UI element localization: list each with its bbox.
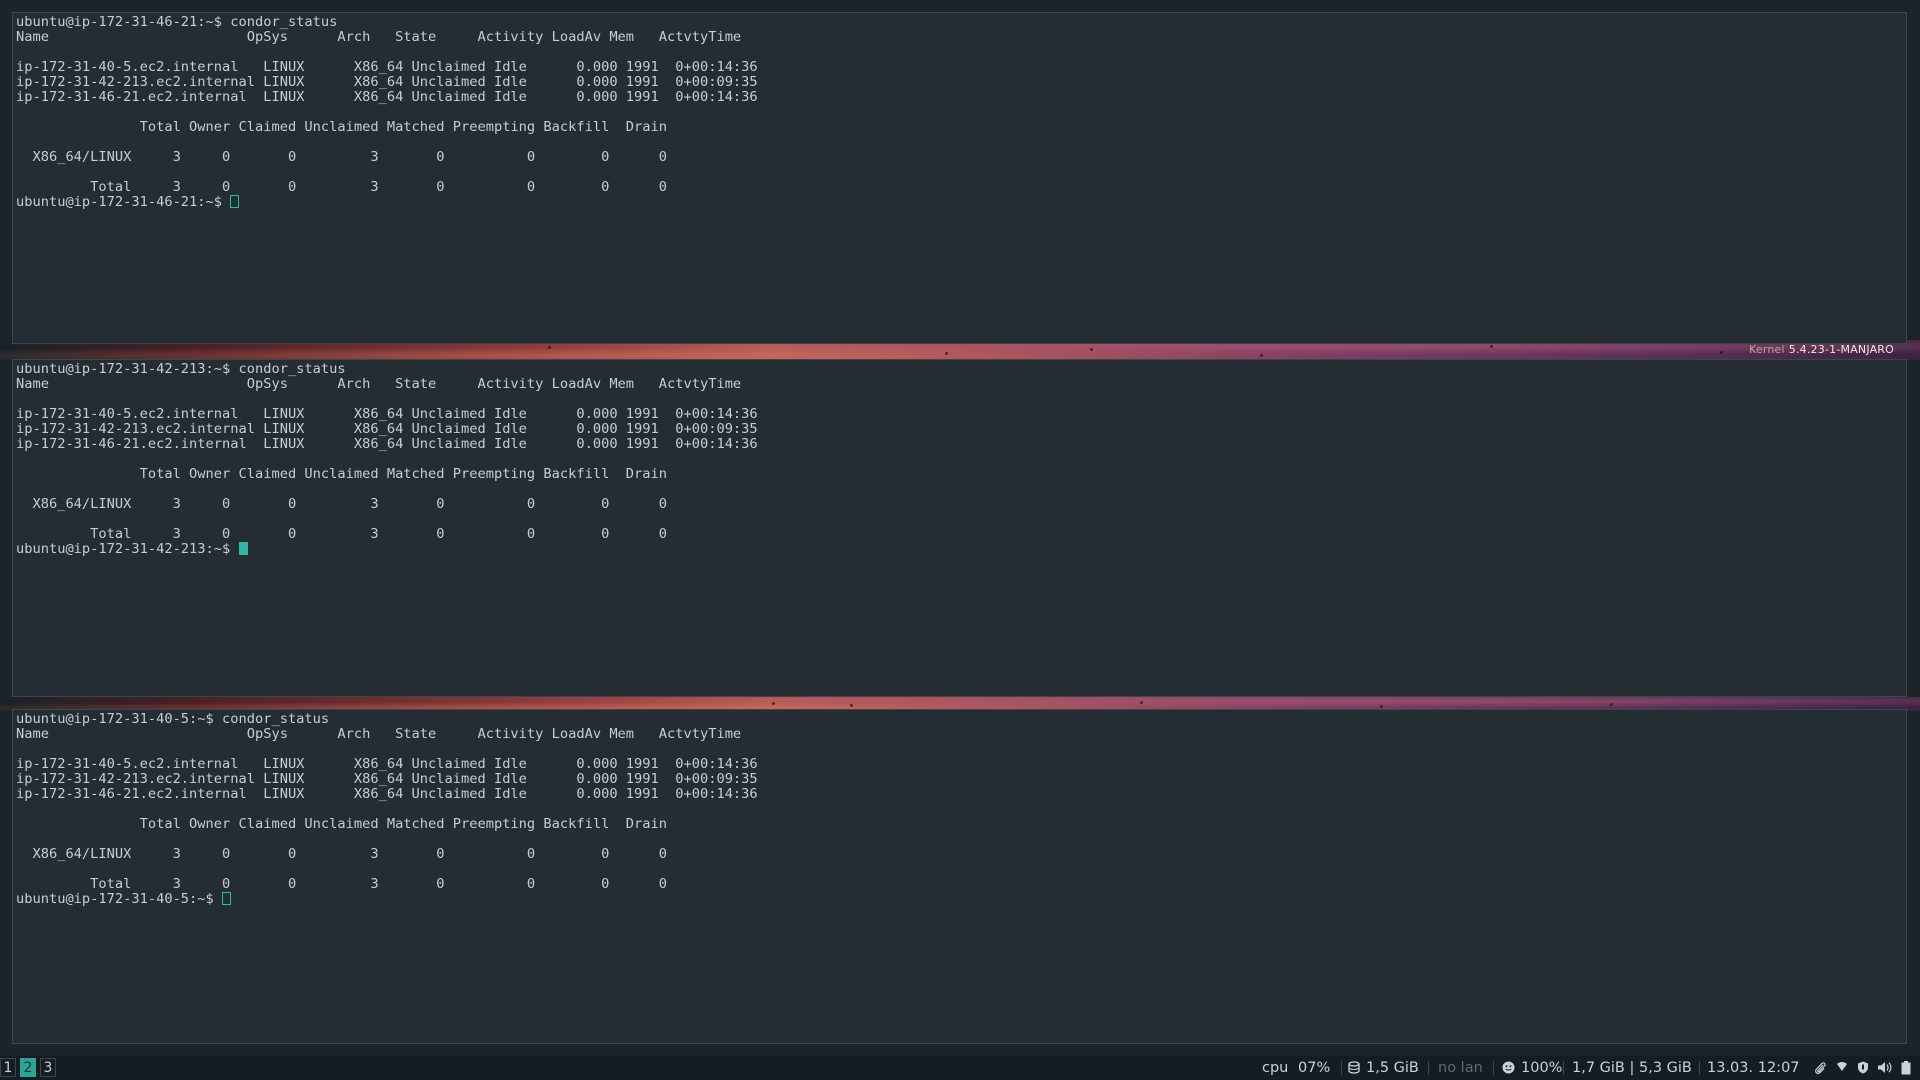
terminal-window-3[interactable]: ubuntu@ip-172-31-40-5:~$ condor_status N…	[12, 709, 1907, 1044]
separator	[1341, 1061, 1342, 1075]
datetime: 13.03. 12:07	[1707, 1060, 1800, 1076]
terminal-line: X86_64/LINUX 3 0 0 3 0 0 0 0	[16, 846, 668, 862]
terminal-line: ip-172-31-46-21.ec2.internal LINUX X86_6…	[16, 786, 758, 802]
power-icon[interactable]	[1901, 1056, 1911, 1080]
terminal-output: ubuntu@ip-172-31-42-213:~$ condor_status…	[16, 362, 758, 557]
terminal-window-2[interactable]: ubuntu@ip-172-31-42-213:~$ condor_status…	[12, 359, 1907, 697]
terminal-line: ip-172-31-46-21.ec2.internal LINUX X86_6…	[16, 436, 758, 452]
workspace-1-button[interactable]: 1	[0, 1058, 16, 1077]
kernel-label: Kernel	[1748, 343, 1785, 356]
terminal-prompt: ubuntu@ip-172-31-40-5:~$	[16, 891, 223, 907]
workspace-3-button[interactable]: 3	[40, 1058, 56, 1077]
separator	[1699, 1061, 1700, 1075]
terminal-line: ip-172-31-42-213.ec2.internal LINUX X86_…	[16, 771, 758, 787]
terminal-line: Total 3 0 0 3 0 0 0 0	[16, 526, 668, 542]
workspace-2-button[interactable]: 2	[20, 1058, 36, 1077]
terminal-line: Total 3 0 0 3 0 0 0 0	[16, 876, 668, 892]
terminal-line: ubuntu@ip-172-31-42-213:~$ condor_status	[16, 361, 346, 377]
terminal-prompt: ubuntu@ip-172-31-42-213:~$	[16, 541, 239, 557]
terminal-line: X86_64/LINUX 3 0 0 3 0 0 0 0	[16, 496, 668, 512]
terminal-line: ubuntu@ip-172-31-46-21:~$ condor_status	[16, 14, 338, 30]
terminal-line: ip-172-31-42-213.ec2.internal LINUX X86_…	[16, 74, 758, 90]
terminal-line: ip-172-31-40-5.ec2.internal LINUX X86_64…	[16, 59, 758, 75]
desktop: Kernel 5.4.23-1-MANJARO ubuntu@ip-172-31-…	[0, 0, 1920, 1080]
cpu-value: 07%	[1298, 1060, 1331, 1076]
status-bar: 1 2 3 cpu 07% 1,5 GiB no lan 100% 1,7 Gi…	[0, 1056, 1920, 1080]
terminal-prompt-line[interactable]: ubuntu@ip-172-31-46-21:~$	[16, 195, 758, 210]
volume-icon[interactable]	[1877, 1056, 1892, 1080]
separator	[1428, 1061, 1429, 1075]
terminal-line: Total 3 0 0 3 0 0 0 0	[16, 179, 668, 195]
terminal-output: ubuntu@ip-172-31-40-5:~$ condor_status N…	[16, 712, 758, 907]
kernel-version: 5.4.23-1-MANJARO	[1788, 343, 1894, 356]
terminal-cursor	[238, 542, 248, 555]
cpu-label: cpu	[1262, 1060, 1289, 1076]
terminal-line: Name OpSys Arch State Activity LoadAv Me…	[16, 376, 742, 392]
terminal-line: ubuntu@ip-172-31-40-5:~$ condor_status	[16, 711, 330, 727]
attachment-icon[interactable]	[1814, 1056, 1826, 1080]
disk-free-value: 1,5 GiB	[1366, 1060, 1419, 1076]
battery-icon	[1502, 1056, 1515, 1080]
terminal-line: Total Owner Claimed Unclaimed Matched Pr…	[16, 466, 668, 482]
terminal-line: ip-172-31-46-21.ec2.internal LINUX X86_6…	[16, 89, 758, 105]
terminal-line: Total Owner Claimed Unclaimed Matched Pr…	[16, 119, 668, 135]
kernel-version-label: Kernel 5.4.23-1-MANJARO	[1749, 343, 1894, 356]
disk-icon	[1348, 1056, 1360, 1080]
terminal-output: ubuntu@ip-172-31-46-21:~$ condor_status …	[16, 15, 758, 210]
terminal-line: Total Owner Claimed Unclaimed Matched Pr…	[16, 816, 668, 832]
terminal-cursor	[230, 195, 240, 208]
separator	[1493, 1061, 1494, 1075]
terminal-prompt-line[interactable]: ubuntu@ip-172-31-40-5:~$	[16, 892, 758, 907]
shield-icon[interactable]	[1857, 1056, 1869, 1080]
memory-value: 1,7 GiB | 5,3 GiB	[1572, 1060, 1692, 1076]
terminal-line: X86_64/LINUX 3 0 0 3 0 0 0 0	[16, 149, 668, 165]
terminal-prompt-line[interactable]: ubuntu@ip-172-31-42-213:~$	[16, 542, 758, 557]
terminal-line: Name OpSys Arch State Activity LoadAv Me…	[16, 726, 742, 742]
terminal-line: Name OpSys Arch State Activity LoadAv Me…	[16, 29, 742, 45]
battery-value: 100%	[1521, 1060, 1563, 1076]
terminal-line: ip-172-31-40-5.ec2.internal LINUX X86_64…	[16, 756, 758, 772]
terminal-cursor	[222, 892, 232, 905]
terminal-line: ip-172-31-40-5.ec2.internal LINUX X86_64…	[16, 406, 758, 422]
network-status: no lan	[1438, 1060, 1483, 1076]
separator	[1563, 1061, 1564, 1075]
terminal-line: ip-172-31-42-213.ec2.internal LINUX X86_…	[16, 421, 758, 437]
terminal-prompt: ubuntu@ip-172-31-46-21:~$	[16, 194, 231, 210]
wifi-icon[interactable]	[1836, 1056, 1848, 1080]
terminal-window-1[interactable]: ubuntu@ip-172-31-46-21:~$ condor_status …	[12, 12, 1907, 344]
